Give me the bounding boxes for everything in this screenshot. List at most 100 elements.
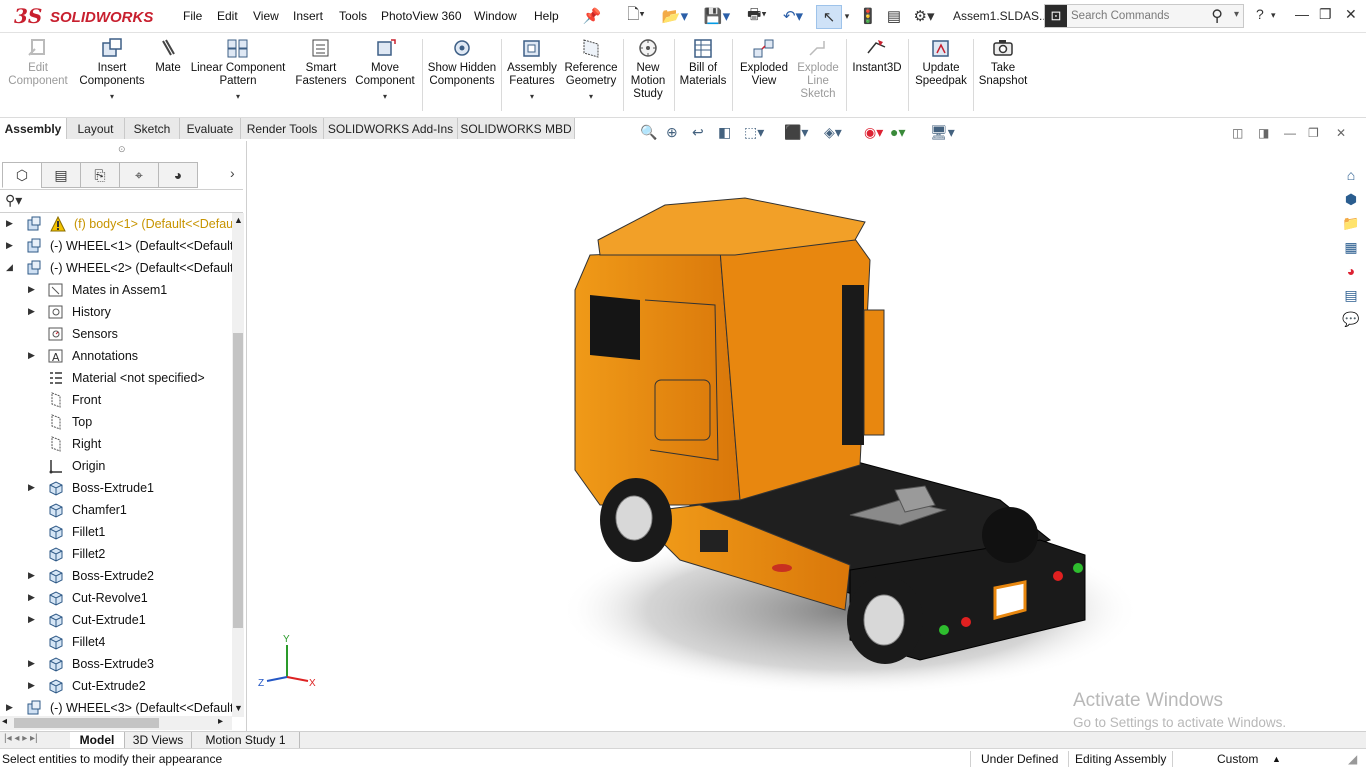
- instant3d-button[interactable]: Instant3D: [850, 37, 904, 75]
- view-orientation-icon[interactable]: ⬛▾: [784, 124, 808, 141]
- tree-item[interactable]: Right: [0, 433, 232, 455]
- select-arrow-icon[interactable]: ↖: [816, 5, 842, 29]
- tab-layout[interactable]: Layout: [67, 118, 125, 139]
- tree-item[interactable]: Fillet4: [0, 631, 232, 653]
- configuration-manager-tab-icon[interactable]: ⎘: [80, 162, 120, 188]
- linear-pattern-dropdown-icon[interactable]: ▾: [190, 90, 286, 103]
- view-settings-icon[interactable]: 🖥▾: [930, 124, 955, 141]
- zoom-to-area-icon[interactable]: ⊕: [666, 124, 678, 141]
- scroll-left-icon[interactable]: ◂: [2, 716, 7, 727]
- tab-render-tools[interactable]: Render Tools: [241, 118, 324, 139]
- tree-item[interactable]: ▶ Boss-Extrude2: [0, 565, 232, 587]
- hscroll-thumb[interactable]: [14, 718, 159, 728]
- tree-item[interactable]: Sensors: [0, 323, 232, 345]
- insert-components-dropdown-icon[interactable]: ▾: [76, 90, 148, 103]
- viewport-minimize-icon[interactable]: —: [1284, 126, 1296, 140]
- menu-help[interactable]: Help: [534, 9, 559, 23]
- tab-motion-study[interactable]: Motion Study 1: [192, 732, 300, 748]
- solidworks-resources-icon[interactable]: ⌂: [1340, 165, 1362, 185]
- pin-icon[interactable]: 📌: [583, 5, 602, 27]
- viewport-tile-left-icon[interactable]: ◫: [1232, 126, 1243, 140]
- tree-item[interactable]: ▶ Mates in Assem1: [0, 279, 232, 301]
- show-hidden-components-button[interactable]: Show Hidden Components: [426, 37, 498, 88]
- resize-grip-icon[interactable]: ◢: [1348, 752, 1357, 766]
- display-style-icon[interactable]: ◈▾: [824, 124, 842, 141]
- tab-solidworks-mbd[interactable]: SOLIDWORKS MBD: [458, 118, 575, 139]
- menu-insert[interactable]: Insert: [293, 9, 323, 23]
- search-icon[interactable]: ⚲: [1211, 6, 1223, 26]
- tree-item[interactable]: Fillet2: [0, 543, 232, 565]
- collapse-arrow-icon[interactable]: ◢: [6, 262, 13, 273]
- unit-system[interactable]: Custom: [1217, 752, 1258, 766]
- viewport-restore-icon[interactable]: ❐: [1308, 126, 1319, 140]
- menu-window[interactable]: Window: [474, 9, 517, 23]
- tab-nav-icons[interactable]: |◂ ◂ ▸ ▸|: [4, 733, 38, 744]
- tree-item[interactable]: ▶ (-) WHEEL<3> (Default<<Default>: [0, 697, 232, 717]
- hide-show-items-icon[interactable]: ◉▾: [864, 124, 883, 141]
- viewport-close-icon[interactable]: ✕: [1336, 126, 1346, 140]
- panel-tabs-more-icon[interactable]: ›: [230, 165, 235, 181]
- expand-arrow-icon[interactable]: ▶: [28, 570, 35, 581]
- tree-item[interactable]: ▶ Cut-Revolve1: [0, 587, 232, 609]
- tab-model[interactable]: Model: [70, 732, 125, 748]
- previous-view-icon[interactable]: ↩: [692, 124, 704, 141]
- graphics-area[interactable]: Y X Z: [247, 141, 1337, 731]
- scroll-up-icon[interactable]: ▲: [234, 215, 243, 225]
- new-document-icon[interactable]: 🗋▾: [622, 5, 650, 27]
- tree-item[interactable]: ▶ A Annotations: [0, 345, 232, 367]
- menu-view[interactable]: View: [253, 9, 279, 23]
- move-component-dropdown-icon[interactable]: ▾: [352, 90, 418, 103]
- tree-item[interactable]: ▶ (f) body<1> (Default<<Defaul: [0, 213, 232, 235]
- display-manager-tab-icon[interactable]: ◕: [158, 162, 198, 188]
- linear-pattern-button[interactable]: Linear Component Pattern ▾: [190, 37, 286, 103]
- expand-arrow-icon[interactable]: ▶: [28, 306, 35, 317]
- tree-item[interactable]: Chamfer1: [0, 499, 232, 521]
- minimize-icon[interactable]: —: [1295, 6, 1309, 22]
- solidworks-forum-icon[interactable]: 💬: [1340, 309, 1362, 329]
- print-icon[interactable]: 🖶▾: [740, 5, 774, 27]
- tree-item[interactable]: ▶ Boss-Extrude3: [0, 653, 232, 675]
- expand-arrow-icon[interactable]: ▶: [28, 482, 35, 493]
- zoom-to-fit-icon[interactable]: 🔍: [640, 124, 657, 141]
- tree-item[interactable]: ▶ History: [0, 301, 232, 323]
- tab-assembly[interactable]: Assembly: [0, 118, 67, 139]
- feature-manager-tab-icon[interactable]: ⬡: [2, 162, 42, 188]
- edit-appearance-icon[interactable]: ●▾: [890, 124, 905, 141]
- scroll-down-icon[interactable]: ▼: [234, 703, 243, 713]
- tree-item[interactable]: Front: [0, 389, 232, 411]
- tree-horizontal-scrollbar[interactable]: ◂ ▸: [0, 716, 232, 730]
- tab-sketch[interactable]: Sketch: [125, 118, 180, 139]
- new-motion-study-button[interactable]: New Motion Study: [626, 37, 670, 101]
- search-dropdown-icon[interactable]: ▾: [1234, 9, 1239, 20]
- select-dropdown-icon[interactable]: ▾: [842, 5, 852, 27]
- unit-system-up-icon[interactable]: ▲: [1272, 754, 1281, 764]
- viewport-tile-right-icon[interactable]: ◨: [1258, 126, 1269, 140]
- view-palette-icon[interactable]: ▦: [1340, 237, 1362, 257]
- tree-item[interactable]: ▶ Cut-Extrude1: [0, 609, 232, 631]
- property-manager-tab-icon[interactable]: ▤: [41, 162, 81, 188]
- tree-item[interactable]: ▶ Cut-Extrude2: [0, 675, 232, 697]
- expand-arrow-icon[interactable]: ▶: [28, 680, 35, 691]
- tree-item[interactable]: ◢ (-) WHEEL<2> (Default<<Default>: [0, 257, 232, 279]
- insert-components-button[interactable]: Insert Components ▾: [76, 37, 148, 103]
- menu-file[interactable]: File: [183, 9, 202, 23]
- truck-model[interactable]: Y X Z: [247, 141, 1337, 731]
- custom-properties-icon[interactable]: ▤: [1340, 285, 1362, 305]
- expand-arrow-icon[interactable]: ▶: [6, 240, 13, 251]
- move-component-button[interactable]: Move Component ▾: [352, 37, 418, 103]
- expand-arrow-icon[interactable]: ▶: [6, 218, 13, 229]
- tree-item[interactable]: Material <not specified>: [0, 367, 232, 389]
- design-library-icon[interactable]: ⬢: [1340, 189, 1362, 209]
- tab-3d-views[interactable]: 3D Views: [125, 732, 192, 748]
- restore-icon[interactable]: ❐: [1319, 6, 1332, 23]
- tab-evaluate[interactable]: Evaluate: [180, 118, 241, 139]
- tab-solidworks-addins[interactable]: SOLIDWORKS Add-Ins: [324, 118, 458, 139]
- panel-splitter-handle[interactable]: ⊙: [118, 144, 126, 155]
- tree-item[interactable]: Fillet1: [0, 521, 232, 543]
- reference-geometry-button[interactable]: Reference Geometry ▾: [562, 37, 620, 103]
- open-icon[interactable]: 📂▾: [660, 5, 690, 27]
- close-icon[interactable]: ✕: [1345, 6, 1357, 23]
- expand-arrow-icon[interactable]: ▶: [28, 592, 35, 603]
- expand-arrow-icon[interactable]: ▶: [28, 614, 35, 625]
- help-dropdown-icon[interactable]: ▾: [1271, 10, 1276, 21]
